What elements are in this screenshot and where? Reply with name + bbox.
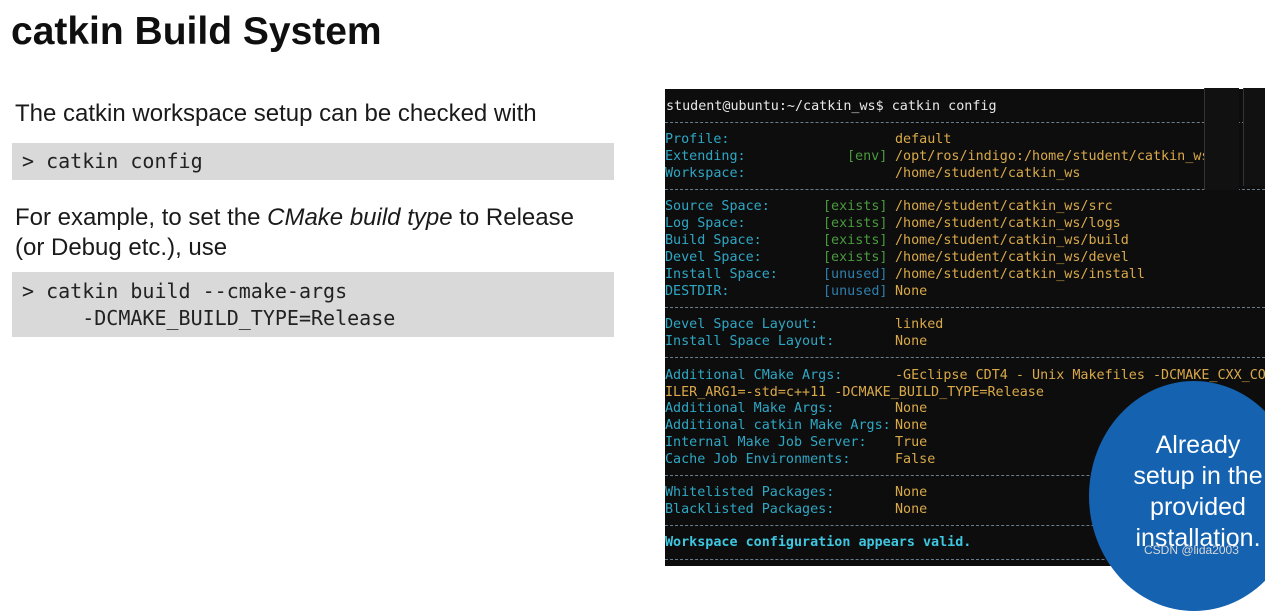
separator [665, 357, 1265, 358]
cache-env-label: Cache Job Environments: [665, 452, 851, 467]
space-label: Install Space: [665, 267, 778, 282]
profile-value: default [895, 132, 952, 147]
space-label: Build Space: [665, 233, 762, 248]
space-tag: [exists] [823, 216, 888, 231]
space-tag: [unused] [823, 284, 888, 299]
terminal-prompt: student@ubuntu:~/catkin_ws$ catkin confi… [666, 99, 997, 114]
code-line: > catkin config [22, 149, 203, 173]
example-pre: For example, to set the [15, 204, 268, 231]
scroll-overlay [1243, 88, 1265, 186]
space-value: None [895, 284, 928, 299]
callout-line: setup in the [1133, 462, 1263, 490]
watermark: CSDN @lida2003 [1144, 543, 1239, 557]
valid-message: Workspace configuration appears valid. [665, 535, 972, 550]
code-line: > catkin build --cmake-args [22, 279, 348, 303]
whitelist-label: Whitelisted Packages: [665, 485, 835, 500]
space-value: /home/student/catkin_ws/devel [895, 250, 1129, 265]
separator [665, 307, 1265, 308]
example-post: to Release [452, 204, 574, 231]
space-value: /home/student/catkin_ws/build [895, 233, 1129, 248]
space-label: DESTDIR: [665, 284, 730, 299]
space-tag: [exists] [823, 233, 888, 248]
space-value: /home/student/catkin_ws/install [895, 267, 1145, 282]
separator [665, 189, 1265, 190]
separator [665, 122, 1265, 123]
code-line: -DCMAKE_BUILD_TYPE=Release [22, 306, 396, 330]
extending-tag: [env] [847, 149, 888, 164]
blacklist-value: None [895, 502, 928, 517]
intro-text: The catkin workspace setup can be checke… [15, 100, 537, 127]
devel-layout-label: Devel Space Layout: [665, 317, 819, 332]
example-emphasis: CMake build type [267, 204, 453, 231]
whitelist-value: None [895, 485, 928, 500]
devel-layout-value: linked [895, 317, 944, 332]
blacklist-label: Blacklisted Packages: [665, 502, 835, 517]
space-tag: [unused] [823, 267, 888, 282]
workspace-value: /home/student/catkin_ws [895, 166, 1081, 181]
callout-line: Already [1155, 431, 1241, 459]
cmake-args-label: Additional CMake Args: [665, 368, 843, 383]
install-layout-label: Install Space Layout: [665, 334, 835, 349]
code-block-build: > catkin build --cmake-args -DCMAKE_BUIL… [12, 272, 614, 337]
make-args-label: Additional Make Args: [665, 401, 835, 416]
cache-env-value: False [895, 452, 936, 467]
extending-label: Extending: [665, 149, 746, 164]
callout-line: provided [1150, 493, 1246, 521]
callout-text: Already setup in the provided installati… [1128, 430, 1265, 554]
workspace-label: Workspace: [665, 166, 746, 181]
catkin-make-args-label: Additional catkin Make Args: [665, 418, 891, 433]
extending-value: /opt/ros/indigo:/home/student/catkin_ws [895, 149, 1210, 164]
slide-title: catkin Build System [11, 10, 382, 53]
example-text: For example, to set the CMake build type… [15, 203, 574, 263]
install-layout-value: None [895, 334, 928, 349]
profile-label: Profile: [665, 132, 730, 147]
job-server-label: Internal Make Job Server: [665, 435, 867, 450]
space-tag: [exists] [823, 250, 888, 265]
scroll-overlay [1204, 88, 1239, 190]
space-label: Source Space: [665, 199, 770, 214]
make-args-value: None [895, 401, 928, 416]
space-value: /home/student/catkin_ws/src [895, 199, 1113, 214]
example-line2: (or Debug etc.), use [15, 234, 228, 261]
catkin-make-args-value: None [895, 418, 928, 433]
space-label: Devel Space: [665, 250, 762, 265]
space-value: /home/student/catkin_ws/logs [895, 216, 1121, 231]
job-server-value: True [895, 435, 928, 450]
space-tag: [exists] [823, 199, 888, 214]
cmake-args-continuation: ILER_ARG1=-std=c++11 -DCMAKE_BUILD_TYPE=… [665, 385, 1044, 400]
code-block-config: > catkin config [12, 143, 614, 180]
space-label: Log Space: [665, 216, 746, 231]
